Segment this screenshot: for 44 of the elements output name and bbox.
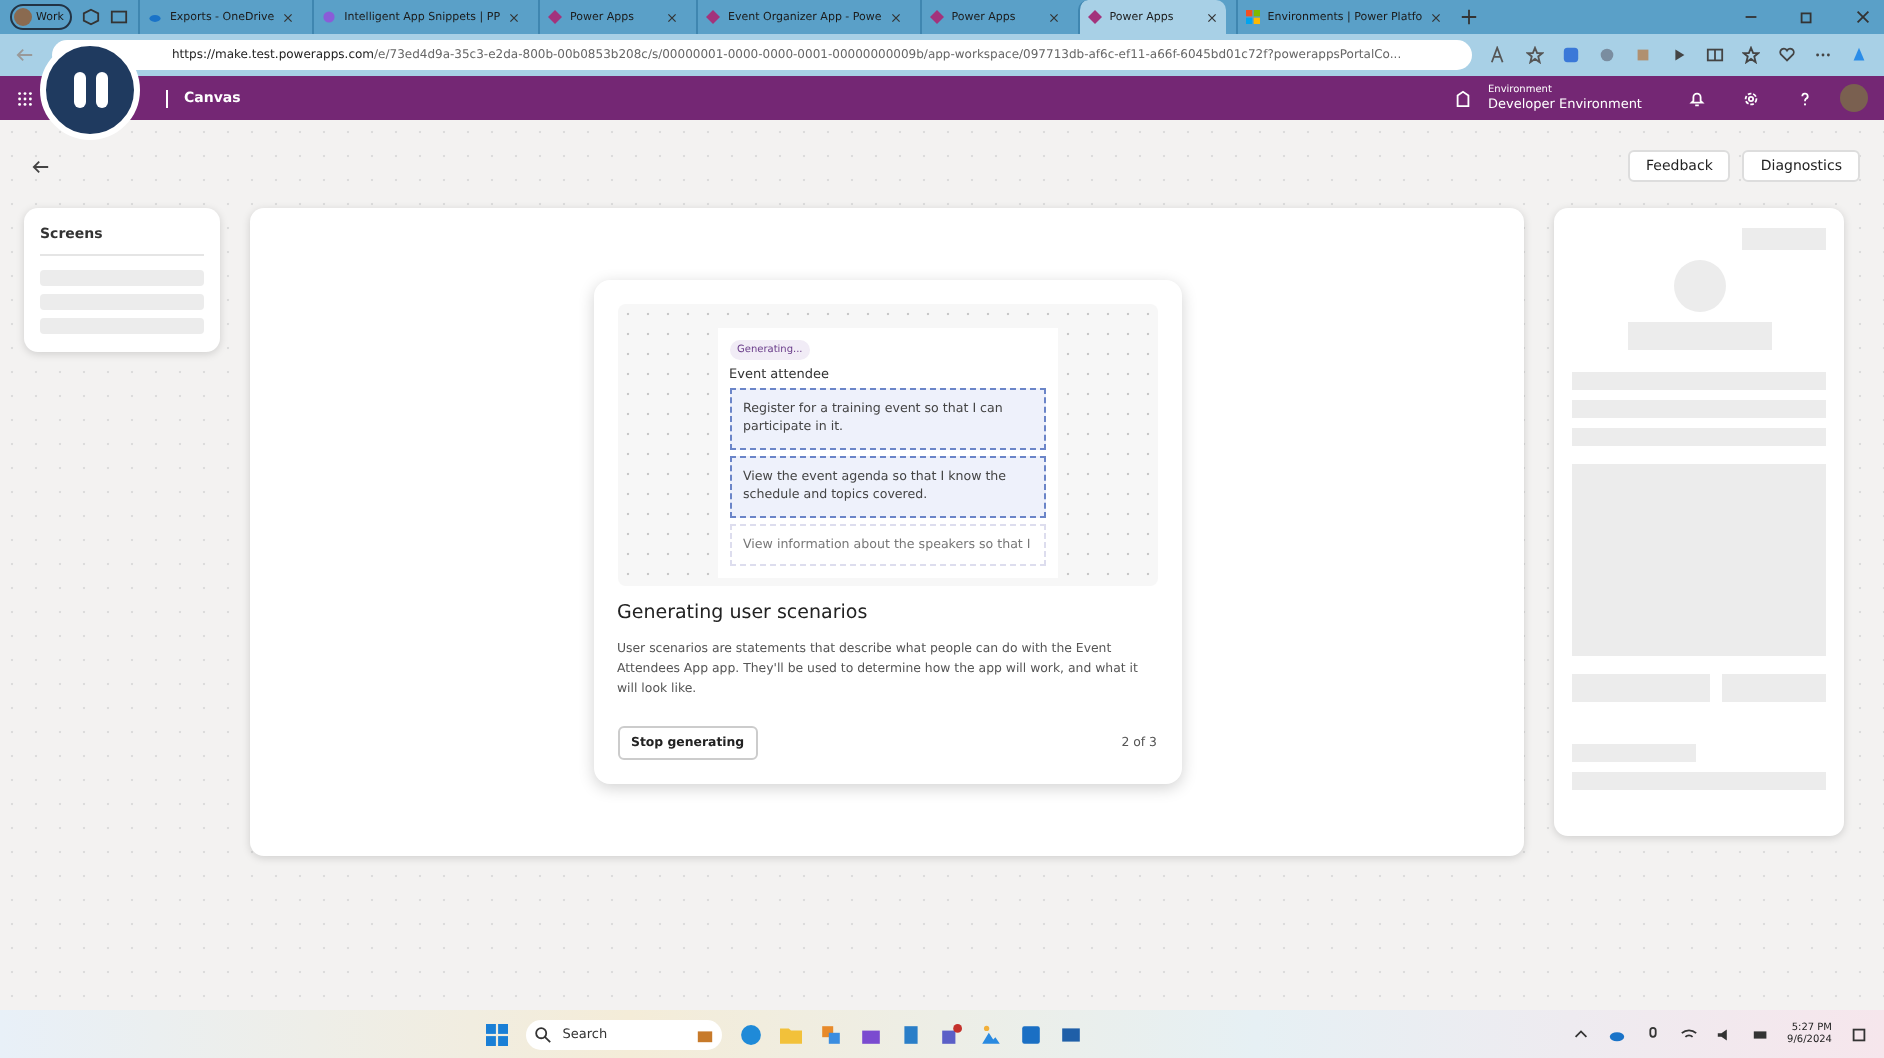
close-icon[interactable] [1047, 11, 1060, 23]
dialog-title: Generating user scenarios [617, 602, 870, 625]
avatar-icon [14, 8, 32, 26]
chevron-up-icon[interactable] [1571, 1025, 1590, 1043]
close-icon[interactable] [1854, 8, 1872, 26]
building-icon[interactable] [1453, 89, 1472, 107]
close-icon[interactable] [889, 11, 902, 23]
new-tab-icon[interactable] [1460, 8, 1479, 26]
read-aloud-icon[interactable] [1490, 46, 1508, 64]
star-icon[interactable] [1526, 46, 1544, 64]
app-launcher-icon[interactable] [16, 89, 34, 107]
wifi-icon[interactable] [1679, 1025, 1698, 1043]
workspaces-icon[interactable] [81, 8, 100, 26]
help-icon[interactable] [1796, 89, 1814, 107]
close-icon[interactable] [508, 11, 521, 23]
diamond-icon [1087, 10, 1102, 24]
app-icon[interactable] [820, 1023, 843, 1045]
favorites-icon[interactable] [1742, 46, 1760, 64]
bell-icon[interactable] [1688, 89, 1706, 107]
play-icon[interactable] [1670, 46, 1688, 64]
teams-icon[interactable] [940, 1023, 963, 1045]
tiles-icon [1245, 10, 1260, 24]
notification-icon[interactable] [1850, 1025, 1868, 1043]
close-icon[interactable] [1430, 11, 1443, 23]
close-icon[interactable] [1205, 11, 1218, 23]
swirl-icon [322, 10, 337, 24]
restore-icon[interactable] [1798, 8, 1816, 26]
close-icon[interactable] [666, 11, 679, 23]
briefcase-icon [696, 1025, 715, 1043]
diamond-icon [929, 10, 944, 24]
diamond-icon [706, 10, 721, 24]
photos-icon[interactable] [980, 1023, 1003, 1045]
diamond-icon [548, 10, 563, 24]
split-screen-icon[interactable] [1706, 46, 1724, 64]
tab-actions-icon[interactable] [109, 8, 128, 26]
cloud-icon [147, 10, 162, 24]
heart-icon[interactable] [1778, 46, 1796, 64]
browser-icon[interactable] [740, 1023, 763, 1045]
search-icon [534, 1025, 553, 1043]
settings-icon[interactable] [1742, 89, 1760, 107]
back-arrow-icon[interactable] [32, 157, 50, 175]
close-icon[interactable] [282, 11, 295, 23]
windows-icon[interactable] [486, 1023, 509, 1045]
battery-icon[interactable] [1751, 1025, 1770, 1043]
